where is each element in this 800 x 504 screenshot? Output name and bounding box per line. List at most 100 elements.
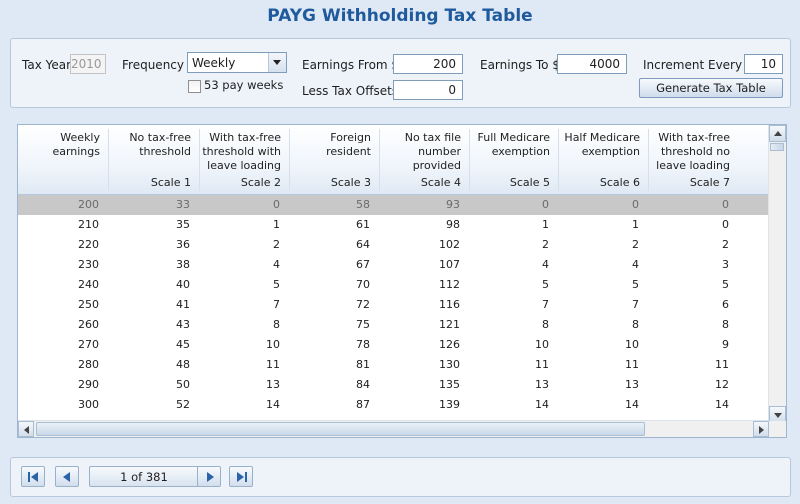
table-row[interactable]: 300 52 14 87 139 14 14 14	[18, 395, 769, 415]
less-tax-offsets-label: Less Tax Offsets	[302, 84, 399, 98]
table-row[interactable]: 280 48 11 81 130 11 11 11	[18, 355, 769, 375]
table-cell: 70	[356, 278, 370, 291]
table-cell: 13	[625, 378, 639, 391]
table-cell: 14	[715, 398, 729, 411]
column-header[interactable]: With tax-free threshold with leave loading…	[199, 125, 289, 194]
table-row[interactable]: 240 40 5 70 112 5 5 5	[18, 275, 769, 295]
table-cell: 2	[632, 238, 639, 251]
table-cell: 8	[632, 318, 639, 331]
last-page-icon	[237, 472, 244, 482]
arrow-right-icon	[759, 426, 764, 434]
column-header[interactable]: Weekly earnings	[18, 125, 108, 194]
table-cell: 200	[78, 198, 99, 211]
table-cell: 11	[625, 358, 639, 371]
pay-weeks-checkbox[interactable]	[188, 80, 201, 93]
table-cell: 7	[273, 298, 280, 311]
column-header[interactable]: No tax file number provided Scale 4	[379, 125, 469, 194]
scroll-up-button[interactable]	[769, 125, 786, 142]
column-header[interactable]: Foreign resident Scale 3	[289, 125, 379, 194]
column-header-title: No tax file number provided	[404, 131, 461, 172]
horizontal-scroll-thumb[interactable]	[36, 422, 645, 436]
earnings-to-field[interactable]: 4000	[557, 54, 627, 74]
table-cell: 5	[722, 278, 729, 291]
next-page-button[interactable]	[197, 466, 221, 487]
table-row[interactable]: 200 33 0 58 93 0 0 0	[18, 195, 769, 215]
table-cell: 116	[439, 298, 460, 311]
horizontal-scrollbar[interactable]	[18, 420, 769, 437]
table-cell: 1	[542, 218, 549, 231]
column-header[interactable]: Half Medicare exemption Scale 6	[558, 125, 648, 194]
table-row[interactable]: 270 45 10 78 126 10 10 9	[18, 335, 769, 355]
table-cell: 139	[439, 398, 460, 411]
table-row[interactable]: 210 35 1 61 98 1 1 0	[18, 215, 769, 235]
table-cell: 8	[542, 318, 549, 331]
column-header[interactable]: With tax-free threshold no leave loading Sc…	[648, 125, 738, 194]
table-cell: 9	[722, 338, 729, 351]
table-cell: 1	[273, 218, 280, 231]
generate-tax-table-button[interactable]: Generate Tax Table	[639, 78, 783, 98]
column-header[interactable]: Full Medicare exemption Scale 5	[469, 125, 558, 194]
column-header-scale: Scale 3	[330, 176, 371, 189]
table-cell: 75	[356, 318, 370, 331]
column-header[interactable]: No tax-free threshold Scale 1	[108, 125, 199, 194]
frequency-value: Weekly	[192, 56, 236, 70]
table-cell: 35	[176, 218, 190, 231]
table-cell: 33	[176, 198, 190, 211]
increment-label: Increment Every $	[643, 58, 754, 72]
first-page-button[interactable]	[21, 466, 45, 487]
table-cell: 8	[273, 318, 280, 331]
column-divider	[199, 129, 200, 191]
column-divider	[289, 129, 290, 191]
column-header-title: Weekly earnings	[52, 131, 100, 158]
column-header-title: Half Medicare exemption	[564, 131, 640, 158]
table-row[interactable]: 230 38 4 67 107 4 4 3	[18, 255, 769, 275]
table-row[interactable]: 220 36 2 64 102 2 2 2	[18, 235, 769, 255]
column-divider	[469, 129, 470, 191]
table-row[interactable]: 260 43 8 75 121 8 8 8	[18, 315, 769, 335]
column-header-title: With tax-free threshold no leave loading	[656, 131, 730, 172]
table-cell: 290	[78, 378, 99, 391]
column-header-title: Full Medicare exemption	[477, 131, 550, 158]
table-cell: 64	[356, 238, 370, 251]
earnings-from-label: Earnings From $	[302, 58, 400, 72]
table-cell: 270	[78, 338, 99, 351]
vertical-scrollbar[interactable]	[768, 125, 786, 423]
less-tax-offsets-field[interactable]: 0	[393, 80, 463, 100]
table-cell: 126	[439, 338, 460, 351]
table-cell: 2	[722, 238, 729, 251]
last-page-button[interactable]	[229, 466, 253, 487]
table-cell: 0	[722, 198, 729, 211]
table-row[interactable]: 250 41 7 72 116 7 7 6	[18, 295, 769, 315]
table-cell: 0	[542, 198, 549, 211]
table-cell: 14	[266, 398, 280, 411]
pay-weeks-label: 53 pay weeks	[204, 78, 284, 92]
vertical-scroll-thumb[interactable]	[770, 143, 784, 151]
column-header-title: No tax-free threshold	[129, 131, 191, 158]
table-cell: 45	[176, 338, 190, 351]
column-divider	[379, 129, 380, 191]
scroll-right-button[interactable]	[753, 421, 769, 437]
column-header-scale: Scale 6	[599, 176, 640, 189]
scroll-left-button[interactable]	[18, 421, 34, 437]
table-cell: 280	[78, 358, 99, 371]
earnings-from-field[interactable]: 200	[393, 54, 463, 74]
table-cell: 50	[176, 378, 190, 391]
column-header-title: With tax-free threshold with leave loading	[202, 131, 281, 172]
arrow-up-icon	[774, 131, 782, 136]
table-cell: 10	[266, 338, 280, 351]
increment-field[interactable]: 10	[744, 54, 783, 74]
table-cell: 48	[176, 358, 190, 371]
table-row[interactable]: 290 50 13 84 135 13 13 12	[18, 375, 769, 395]
table-cell: 72	[356, 298, 370, 311]
chevron-down-icon[interactable]	[268, 53, 286, 72]
frequency-select[interactable]: Weekly	[187, 52, 287, 73]
table-cell: 13	[266, 378, 280, 391]
table-cell: 107	[439, 258, 460, 271]
table-cell: 2	[542, 238, 549, 251]
table-cell: 12	[715, 378, 729, 391]
page-indicator: 1 of 381	[89, 466, 199, 487]
previous-page-button[interactable]	[55, 466, 79, 487]
arrow-left-icon	[24, 426, 29, 434]
column-header-scale: Scale 2	[240, 176, 281, 189]
table-cell: 210	[78, 218, 99, 231]
